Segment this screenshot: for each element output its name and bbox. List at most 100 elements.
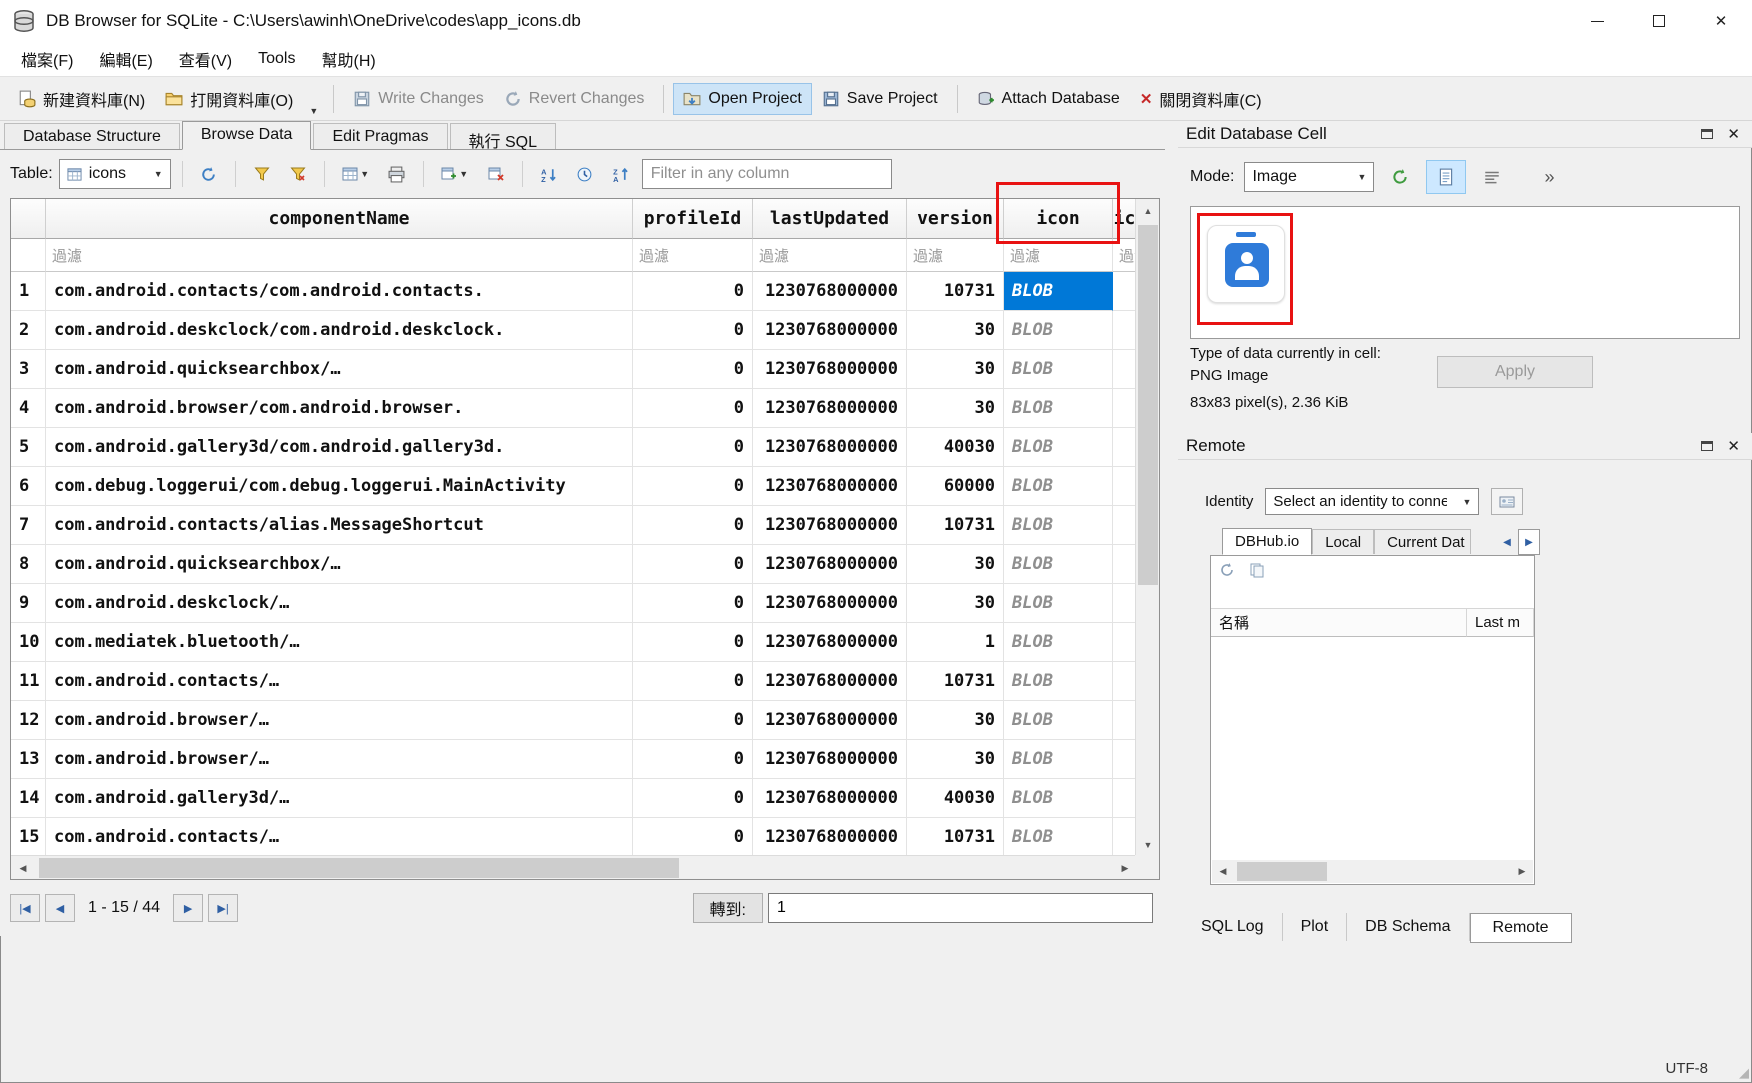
remote-scroll-thumb[interactable] <box>1237 862 1327 881</box>
cell-profileid[interactable]: 0 <box>633 740 753 779</box>
encoding-label[interactable]: UTF-8 <box>1666 1060 1709 1077</box>
goto-input[interactable] <box>768 893 1153 923</box>
row-number[interactable]: 1 <box>11 272 46 311</box>
cell-partial[interactable] <box>1113 467 1137 506</box>
cell-componentname[interactable]: com.android.quicksearchbox/… <box>46 545 633 584</box>
tab-local[interactable]: Local <box>1312 529 1374 554</box>
identity-select[interactable]: Select an identity to conne ▼ <box>1265 488 1479 515</box>
cell-icon[interactable]: BLOB <box>1004 779 1113 818</box>
cell-version[interactable]: 40030 <box>907 779 1004 818</box>
cell-componentname[interactable]: com.android.contacts/… <box>46 818 633 857</box>
float-panel-icon[interactable] <box>1701 129 1713 139</box>
identity-settings-button[interactable] <box>1491 488 1523 515</box>
header-rownum[interactable] <box>11 199 46 239</box>
next-record-button[interactable]: ▶ <box>173 894 203 922</box>
filter-input[interactable] <box>642 159 892 189</box>
cell-icon[interactable]: BLOB <box>1004 428 1113 467</box>
row-number[interactable]: 9 <box>11 584 46 623</box>
refresh-button[interactable] <box>194 159 224 189</box>
header-version[interactable]: version <box>907 199 1004 239</box>
cell-lastupdated[interactable]: 1230768000000 <box>753 506 907 545</box>
goto-button[interactable]: 轉到: <box>693 893 763 923</box>
maximize-button[interactable] <box>1628 0 1690 42</box>
first-record-button[interactable]: |◀ <box>10 894 40 922</box>
menu-help[interactable]: 幫助(H) <box>308 43 388 75</box>
menu-edit[interactable]: 編輯(E) <box>86 43 165 75</box>
export-table-button[interactable]: ▼ <box>336 159 376 189</box>
cell-partial[interactable] <box>1113 662 1137 701</box>
cell-lastupdated[interactable]: 1230768000000 <box>753 467 907 506</box>
cell-lastupdated[interactable]: 1230768000000 <box>753 389 907 428</box>
cell-partial[interactable] <box>1113 272 1137 311</box>
cell-profileid[interactable]: 0 <box>633 701 753 740</box>
import-export-button[interactable] <box>1384 162 1416 192</box>
cell-componentname[interactable]: com.android.browser/com.android.browser. <box>46 389 633 428</box>
minimize-button[interactable] <box>1566 0 1628 42</box>
cell-lastupdated[interactable]: 1230768000000 <box>753 584 907 623</box>
delete-record-button[interactable] <box>481 159 511 189</box>
cell-partial[interactable] <box>1113 623 1137 662</box>
row-number[interactable]: 2 <box>11 311 46 350</box>
open-database-button[interactable]: 打開資料庫(O) <box>155 80 303 118</box>
cell-partial[interactable] <box>1113 311 1137 350</box>
cell-partial[interactable] <box>1113 740 1137 779</box>
row-number[interactable]: 15 <box>11 818 46 857</box>
cell-profileid[interactable]: 0 <box>633 545 753 584</box>
header-lastupdated[interactable]: lastUpdated <box>753 199 907 239</box>
menu-view[interactable]: 查看(V) <box>166 43 245 75</box>
scroll-right-icon[interactable]: ▶ <box>1113 856 1137 880</box>
table-select[interactable]: icons ▼ <box>59 159 171 189</box>
row-number[interactable]: 10 <box>11 623 46 662</box>
filter-profileid[interactable]: 過濾 <box>633 239 753 272</box>
header-componentname[interactable]: componentName <box>46 199 633 239</box>
menu-tools[interactable]: Tools <box>245 46 308 72</box>
cell-icon[interactable]: BLOB <box>1004 701 1113 740</box>
row-number[interactable]: 12 <box>11 701 46 740</box>
sort-desc-button[interactable]: ZA <box>606 159 636 189</box>
cell-profileid[interactable]: 0 <box>633 350 753 389</box>
cell-version[interactable]: 30 <box>907 389 1004 428</box>
resize-grip-icon[interactable]: ◢ <box>1739 1065 1749 1081</box>
row-number[interactable]: 4 <box>11 389 46 428</box>
cell-lastupdated[interactable]: 1230768000000 <box>753 350 907 389</box>
cell-version[interactable]: 1 <box>907 623 1004 662</box>
cell-version[interactable]: 60000 <box>907 467 1004 506</box>
cell-lastupdated[interactable]: 1230768000000 <box>753 740 907 779</box>
word-wrap-button[interactable] <box>1476 162 1508 192</box>
filter-version[interactable]: 過濾 <box>907 239 1004 272</box>
row-number[interactable]: 13 <box>11 740 46 779</box>
cell-lastupdated[interactable]: 1230768000000 <box>753 818 907 857</box>
cell-componentname[interactable]: com.android.gallery3d/com.android.galler… <box>46 428 633 467</box>
row-number[interactable]: 6 <box>11 467 46 506</box>
cell-profileid[interactable]: 0 <box>633 584 753 623</box>
toolbar-overflow-icon[interactable]: » <box>1544 167 1554 188</box>
revert-changes-button[interactable]: Revert Changes <box>494 83 655 115</box>
cell-version[interactable]: 30 <box>907 545 1004 584</box>
row-number[interactable]: 7 <box>11 506 46 545</box>
cell-profileid[interactable]: 0 <box>633 623 753 662</box>
open-database-dropdown-icon[interactable]: ▼ <box>303 106 324 116</box>
cell-componentname[interactable]: com.android.gallery3d/… <box>46 779 633 818</box>
cell-partial[interactable] <box>1113 584 1137 623</box>
tab-current-database[interactable]: Current Dat <box>1374 529 1471 554</box>
cell-icon[interactable]: BLOB <box>1004 740 1113 779</box>
cell-componentname[interactable]: com.android.contacts/… <box>46 662 633 701</box>
cell-componentname[interactable]: com.android.deskclock/… <box>46 584 633 623</box>
scroll-up-icon[interactable]: ▲ <box>1136 199 1160 223</box>
cell-lastupdated[interactable]: 1230768000000 <box>753 428 907 467</box>
header-profileid[interactable]: profileId <box>633 199 753 239</box>
cell-version[interactable]: 10731 <box>907 506 1004 545</box>
cell-partial[interactable] <box>1113 389 1137 428</box>
cell-icon[interactable]: BLOB <box>1004 662 1113 701</box>
cell-lastupdated[interactable]: 1230768000000 <box>753 779 907 818</box>
cell-partial[interactable] <box>1113 428 1137 467</box>
tab-plot[interactable]: Plot <box>1283 913 1348 941</box>
cell-version[interactable]: 10731 <box>907 662 1004 701</box>
tab-edit-pragmas[interactable]: Edit Pragmas <box>313 123 447 149</box>
save-project-button[interactable]: Save Project <box>812 83 948 115</box>
attach-database-button[interactable]: Attach Database <box>967 83 1130 115</box>
tab-scroll-left-icon[interactable]: ◀ <box>1496 529 1518 555</box>
cell-icon[interactable]: BLOB <box>1004 311 1113 350</box>
cell-lastupdated[interactable]: 1230768000000 <box>753 545 907 584</box>
scroll-left-icon[interactable]: ◀ <box>11 856 35 880</box>
